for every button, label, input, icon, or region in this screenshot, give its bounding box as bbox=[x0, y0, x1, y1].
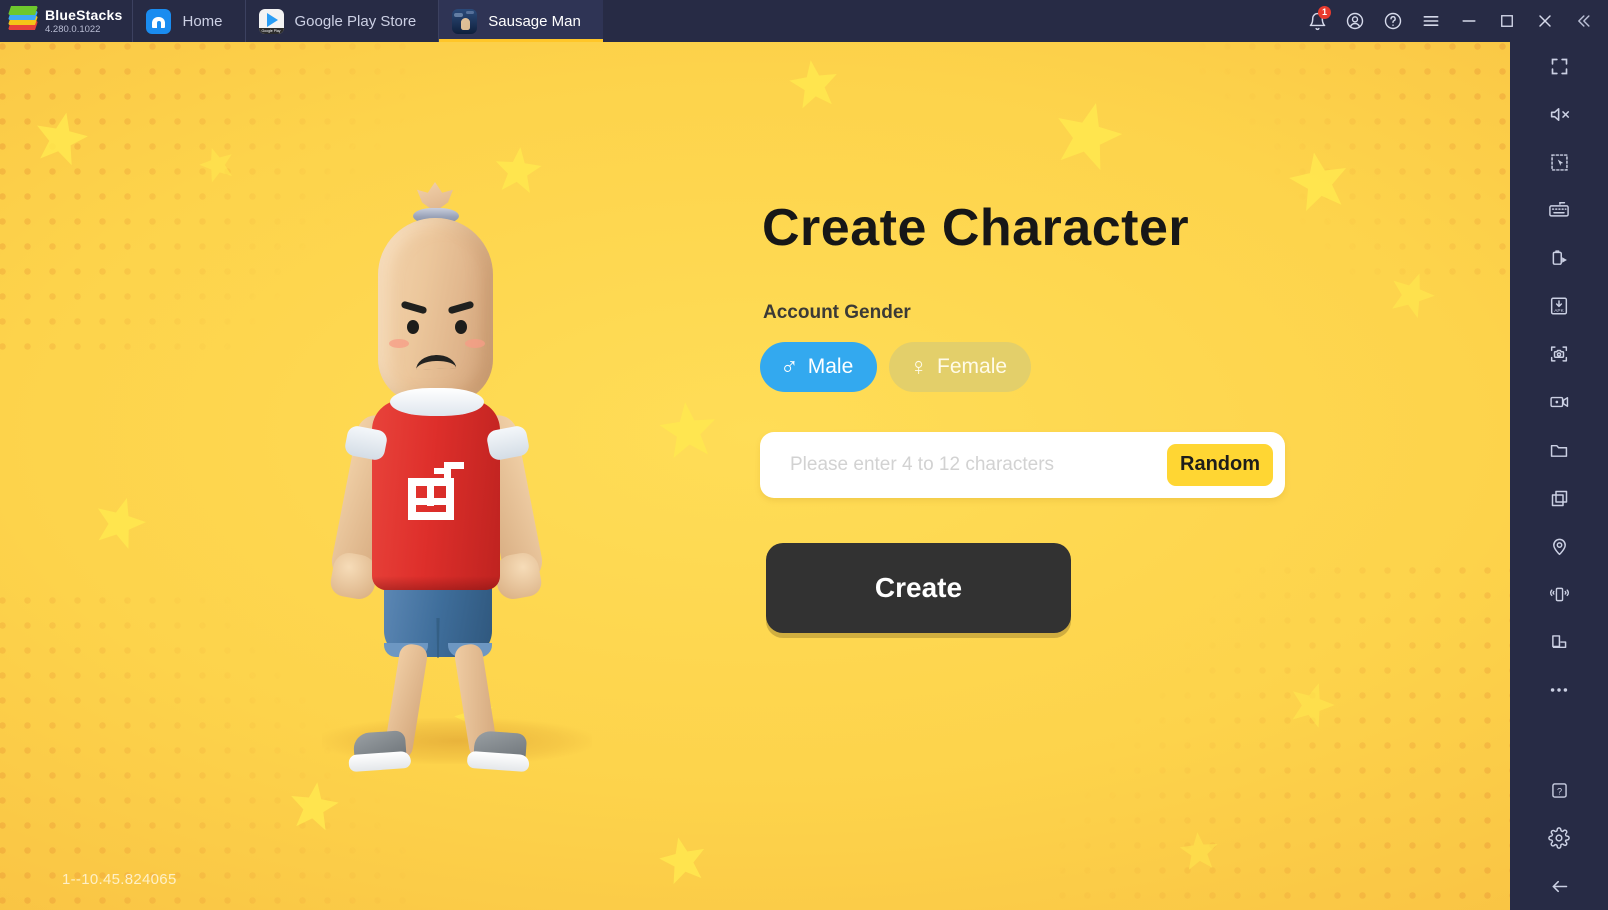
notification-badge: 1 bbox=[1318, 6, 1331, 19]
tab-google-play-store[interactable]: Google Play Google Play Store bbox=[244, 0, 439, 42]
character-head bbox=[378, 218, 493, 403]
svg-text:?: ? bbox=[1556, 786, 1561, 796]
multi-instance-icon[interactable] bbox=[1510, 474, 1608, 522]
maximize-icon[interactable] bbox=[1488, 0, 1526, 42]
page-title: Create Character bbox=[762, 199, 1190, 257]
account-icon[interactable] bbox=[1336, 0, 1374, 42]
character-preview[interactable] bbox=[300, 182, 620, 782]
keyboard-controls-icon[interactable] bbox=[1510, 186, 1608, 234]
random-name-button[interactable]: Random bbox=[1167, 444, 1273, 486]
minimize-icon[interactable] bbox=[1450, 0, 1488, 42]
tab-home[interactable]: Home bbox=[132, 0, 244, 42]
tab-sausage-man[interactable]: Sausage Man bbox=[438, 0, 603, 42]
google-play-badge-label: Google Play bbox=[258, 27, 284, 34]
window-controls: 1 bbox=[1298, 0, 1608, 42]
notifications-icon[interactable]: 1 bbox=[1298, 0, 1336, 42]
rotate-icon[interactable] bbox=[1510, 618, 1608, 666]
character-shoe-right bbox=[466, 728, 532, 773]
game-version-text: 1--10.45.824065 bbox=[62, 871, 177, 888]
google-play-icon: Google Play bbox=[258, 8, 284, 34]
more-icon[interactable] bbox=[1510, 666, 1608, 714]
keymapping-icon[interactable] bbox=[1510, 138, 1608, 186]
decorative-star bbox=[1048, 95, 1128, 175]
tab-label: Sausage Man bbox=[488, 12, 581, 30]
bluestacks-logo: BlueStacks 4.280.0.1022 bbox=[0, 0, 132, 42]
menu-icon[interactable] bbox=[1412, 0, 1450, 42]
fullscreen-icon[interactable] bbox=[1510, 42, 1608, 90]
gender-option-label: Male bbox=[807, 355, 854, 378]
screenshot-icon[interactable] bbox=[1510, 330, 1608, 378]
home-icon bbox=[146, 8, 172, 34]
bluestacks-sidebar: APK ? bbox=[1510, 42, 1608, 910]
account-gender-label: Account Gender bbox=[763, 302, 911, 323]
mute-icon[interactable] bbox=[1510, 90, 1608, 138]
character-eye-left bbox=[407, 320, 419, 334]
bluestacks-layers-icon bbox=[8, 6, 38, 34]
character-blush-right bbox=[465, 339, 485, 348]
decorative-star bbox=[89, 491, 151, 553]
character-collar bbox=[390, 388, 484, 416]
brand-version: 4.280.0.1022 bbox=[45, 23, 101, 35]
decorative-star bbox=[657, 399, 719, 461]
record-screen-icon[interactable] bbox=[1510, 378, 1608, 426]
character-sleeve-right bbox=[485, 424, 531, 462]
character-shoe-left bbox=[347, 728, 412, 773]
sausage-man-icon bbox=[452, 8, 478, 34]
title-bar: BlueStacks 4.280.0.1022 Home Google Play… bbox=[0, 0, 1608, 42]
settings-gear-icon[interactable] bbox=[1510, 814, 1608, 862]
help-icon[interactable] bbox=[1374, 0, 1412, 42]
character-blush-left bbox=[389, 339, 409, 348]
location-icon[interactable] bbox=[1510, 522, 1608, 570]
character-name-field[interactable]: Random bbox=[760, 432, 1285, 498]
collapse-icon[interactable] bbox=[1564, 0, 1602, 42]
gender-option-female[interactable]: ♀ Female bbox=[889, 342, 1032, 392]
media-folder-icon[interactable] bbox=[1510, 426, 1608, 474]
bluestacks-window: BlueStacks 4.280.0.1022 Home Google Play… bbox=[0, 0, 1608, 910]
shake-icon[interactable] bbox=[1510, 570, 1608, 618]
game-viewport[interactable]: Create Character Account Gender ♂ Male ♀… bbox=[0, 42, 1510, 910]
gender-option-label: Female bbox=[937, 355, 1008, 378]
decorative-star bbox=[787, 57, 841, 111]
help-question-icon[interactable]: ? bbox=[1510, 766, 1608, 814]
close-icon[interactable] bbox=[1526, 0, 1564, 42]
back-arrow-icon[interactable] bbox=[1510, 862, 1608, 910]
create-character-panel: Create Character Account Gender ♂ Male ♀… bbox=[760, 202, 1320, 633]
character-shirt-logo bbox=[408, 460, 464, 520]
character-eye-right bbox=[455, 320, 467, 334]
create-button[interactable]: Create bbox=[766, 543, 1071, 633]
macro-recorder-icon[interactable] bbox=[1510, 234, 1608, 282]
gender-option-male[interactable]: ♂ Male bbox=[760, 342, 878, 392]
character-name-input[interactable] bbox=[790, 454, 1167, 476]
tab-label: Google Play Store bbox=[294, 12, 417, 30]
svg-text:APK: APK bbox=[1554, 308, 1564, 314]
gender-selector: ♂ Male ♀ Female bbox=[760, 342, 1320, 392]
install-apk-icon[interactable]: APK bbox=[1510, 282, 1608, 330]
decorative-star bbox=[656, 833, 711, 888]
male-symbol-icon: ♂ bbox=[780, 352, 799, 381]
female-symbol-icon: ♀ bbox=[909, 352, 929, 381]
brand-name: BlueStacks bbox=[45, 6, 123, 23]
tab-label: Home bbox=[182, 12, 223, 30]
